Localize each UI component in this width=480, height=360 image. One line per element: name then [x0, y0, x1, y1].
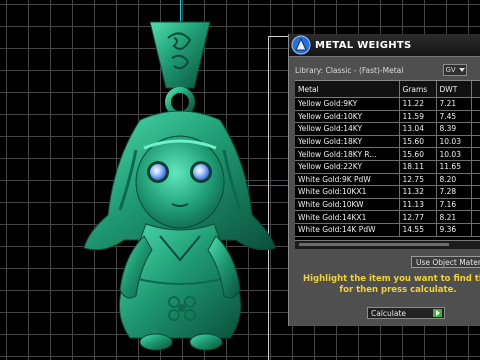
cell-metal: Yellow Gold:18KY R... [295, 147, 400, 161]
metal-weights-panel: METAL WEIGHTS Library: Classic - (Fast)-… [288, 34, 480, 326]
cell-grams: 13.04 [399, 122, 437, 136]
metal-weights-table[interactable]: Metal Grams DWT Yellow Gold:9KY 11.22 7.21… [295, 80, 480, 241]
cell-grams: 18.11 [399, 160, 437, 174]
cell-metal: White Gold:10KW [295, 198, 400, 212]
table-row[interactable]: White Gold:10KW 11.13 7.16 [295, 198, 480, 212]
cell-extra [471, 147, 480, 161]
table-row[interactable]: White Gold:14K PdW 14.55 9.36 [295, 223, 480, 237]
cell-grams: 12.77 [399, 210, 437, 224]
horizontal-scrollbar[interactable] [295, 240, 480, 249]
cell-metal: White Gold:10KX1 [295, 185, 400, 199]
play-icon[interactable] [433, 309, 442, 317]
cell-dwt: 7.28 [436, 185, 472, 199]
table-row[interactable]: Yellow Gold:18KY R... 15.60 10.03 [295, 147, 480, 161]
instruction-text: Highlight the item you want to find the … [303, 274, 480, 296]
gv-dropdown-button[interactable]: GV [443, 64, 467, 76]
cell-metal: Yellow Gold:18KY [295, 135, 400, 149]
cell-metal: White Gold:14KX1 [295, 210, 400, 224]
use-object-material-button[interactable]: Use Object Material [411, 256, 480, 268]
cell-metal: Yellow Gold:10KY [295, 110, 400, 124]
cell-dwt: 8.21 [436, 210, 472, 224]
cell-metal: White Gold:14K PdW [295, 223, 400, 237]
cell-grams: 14.55 [399, 223, 437, 237]
chevron-down-icon [458, 68, 465, 72]
panel-title: METAL WEIGHTS [315, 39, 412, 51]
cell-extra [471, 110, 480, 124]
table-header-row: Metal Grams DWT [295, 81, 480, 98]
cell-extra [471, 135, 480, 149]
cell-metal: White Gold:9K PdW [295, 173, 400, 187]
instruction-line-2: for then press calculate. [339, 285, 457, 295]
column-header-grams[interactable]: Grams [399, 81, 437, 98]
cell-metal: Yellow Gold:22KY [295, 160, 400, 174]
table-row[interactable]: Yellow Gold:10KY 11.59 7.45 [295, 110, 480, 124]
table-row[interactable]: White Gold:14KX1 12.77 8.21 [295, 210, 480, 224]
instruction-line-1: Highlight the item you want to find the … [303, 274, 480, 284]
cell-dwt: 10.03 [436, 135, 472, 149]
cell-extra [471, 185, 480, 199]
cell-grams: 11.22 [399, 97, 437, 111]
cell-dwt: 7.16 [436, 198, 472, 212]
column-header-dwt[interactable]: DWT [436, 81, 472, 98]
table-row[interactable]: White Gold:10KX1 11.32 7.28 [295, 185, 480, 199]
table-row[interactable]: Yellow Gold:9KY 11.22 7.21 [295, 97, 480, 111]
cell-dwt: 7.21 [436, 97, 472, 111]
table-row[interactable]: Yellow Gold:14KY 13.04 8.39 [295, 122, 480, 136]
cell-dwt: 10.03 [436, 147, 472, 161]
cell-dwt: 9.36 [436, 223, 472, 237]
pendant-model[interactable] [60, 10, 290, 355]
cell-metal: Yellow Gold:9KY [295, 97, 400, 111]
cell-grams: 15.60 [399, 147, 437, 161]
table-row[interactable]: Yellow Gold:22KY 18.11 11.65 [295, 160, 480, 174]
metal-weights-icon [291, 35, 311, 55]
cell-extra [471, 210, 480, 224]
cell-extra [471, 160, 480, 174]
scrollbar-thumb[interactable] [299, 243, 449, 246]
cell-grams: 11.32 [399, 185, 437, 199]
cell-extra [471, 173, 480, 187]
cell-grams: 15.60 [399, 135, 437, 149]
cell-grams: 12.75 [399, 173, 437, 187]
library-row: Library: Classic - (Fast)-Metal GV [289, 61, 480, 79]
cell-extra [471, 97, 480, 111]
gv-label: GV [445, 66, 456, 74]
cell-dwt: 8.20 [436, 173, 472, 187]
cell-dwt: 11.65 [436, 160, 472, 174]
cell-extra [471, 122, 480, 136]
table-row[interactable]: White Gold:9K PdW 12.75 8.20 [295, 173, 480, 187]
cell-dwt: 7.45 [436, 110, 472, 124]
column-header-extra [471, 81, 480, 98]
cell-metal: Yellow Gold:14KY [295, 122, 400, 136]
cell-extra [471, 223, 480, 237]
panel-header[interactable]: METAL WEIGHTS [289, 34, 480, 57]
calculate-label: Calculate [371, 309, 407, 318]
library-label: Library: Classic - (Fast)-Metal [295, 65, 404, 75]
cell-dwt: 8.39 [436, 122, 472, 136]
table-row[interactable]: Yellow Gold:18KY 15.60 10.03 [295, 135, 480, 149]
cell-grams: 11.13 [399, 198, 437, 212]
cell-grams: 11.59 [399, 110, 437, 124]
column-header-metal[interactable]: Metal [295, 81, 400, 98]
calculate-select[interactable]: Calculate [367, 307, 445, 319]
cell-extra [471, 198, 480, 212]
